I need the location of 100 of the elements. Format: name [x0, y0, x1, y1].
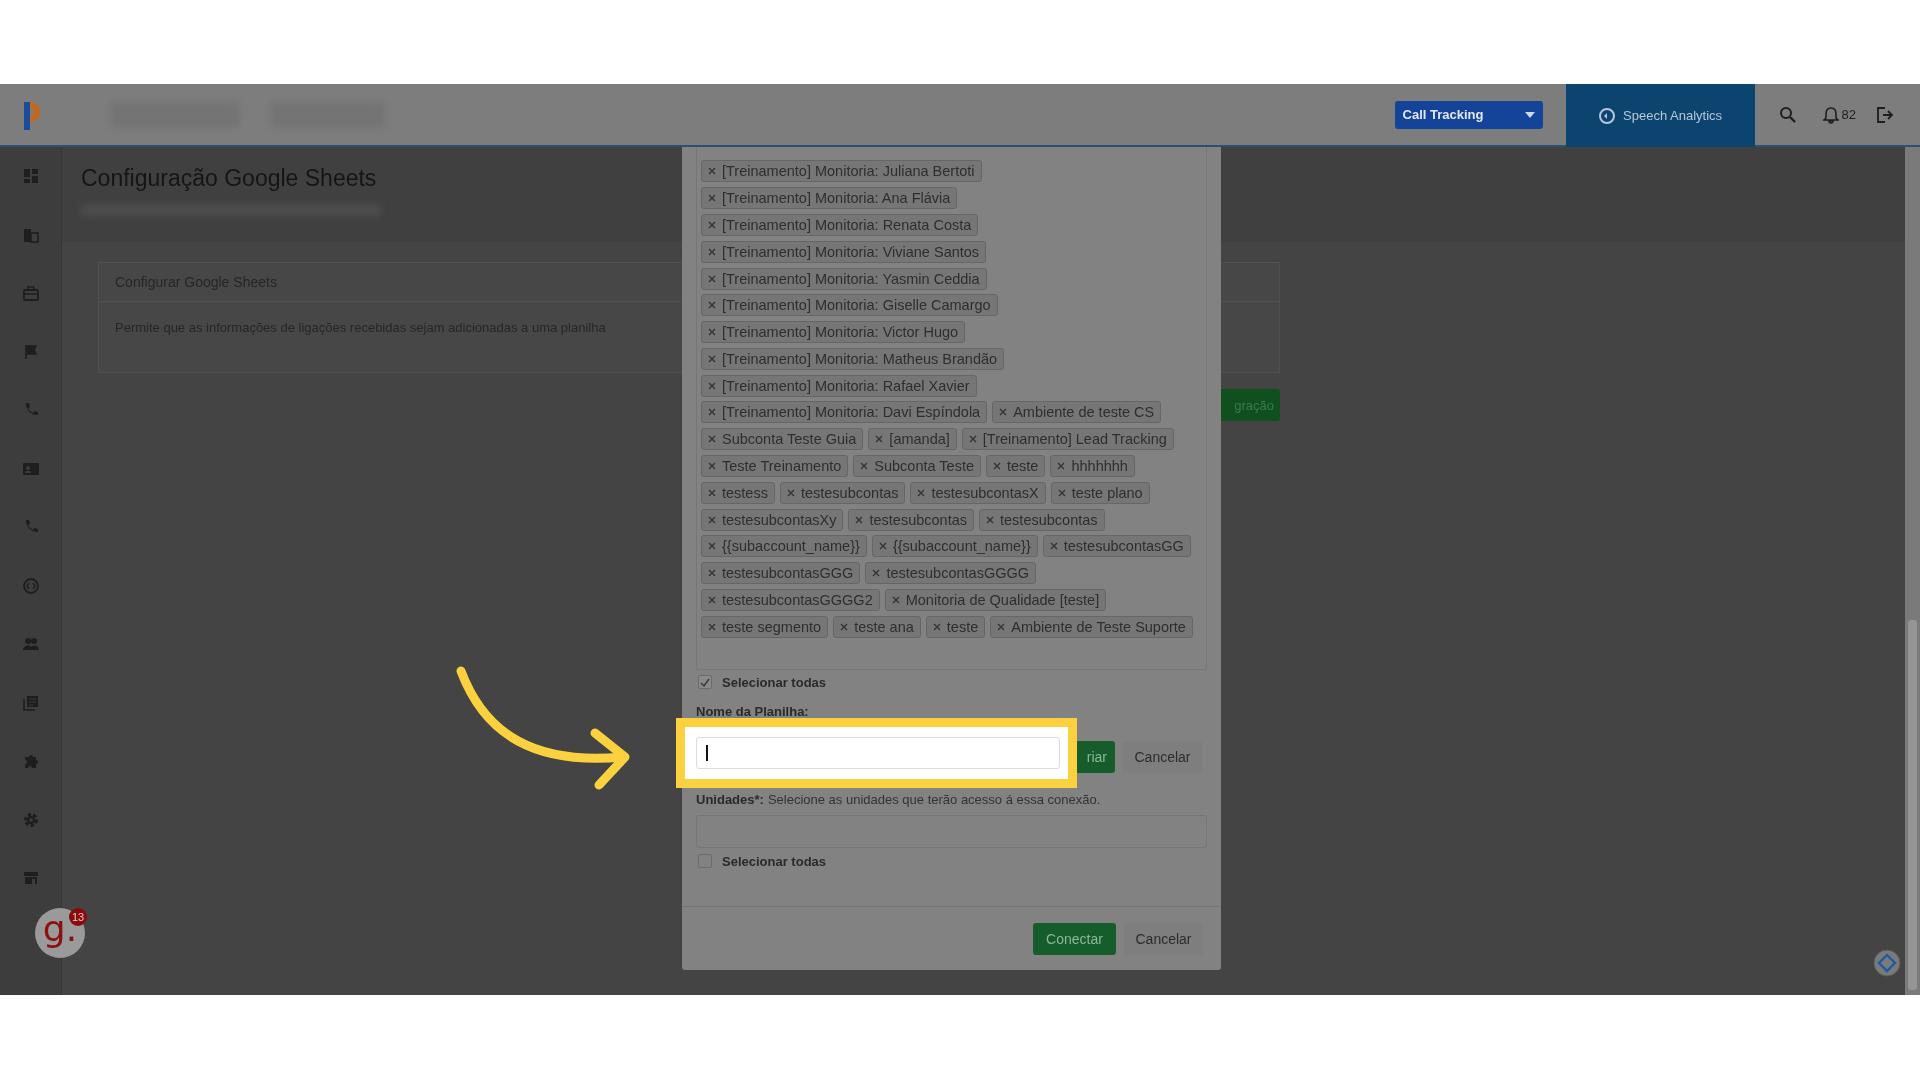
code-circle-icon[interactable]: [21, 576, 40, 595]
tag-chip[interactable]: [Treinamento] Monitoria: Davi Espíndola: [701, 401, 988, 424]
tag-field[interactable]: [696, 147, 1207, 670]
remove-icon: [891, 595, 900, 604]
check-icon: [700, 677, 710, 687]
remove-icon: [708, 354, 716, 363]
remove-icon: [708, 595, 716, 604]
tag-chip[interactable]: Subconta Teste Guia: [701, 428, 864, 451]
remove-icon: [860, 462, 869, 470]
remove-icon: [708, 301, 716, 310]
tag-chip[interactable]: teste: [925, 615, 986, 638]
tag-chip[interactable]: teste ana: [833, 615, 921, 638]
sheet-name-field[interactable]: [696, 737, 1060, 769]
remove-icon: [1057, 462, 1066, 470]
remove-icon: [708, 435, 716, 444]
tag-chip[interactable]: Teste Treinamento: [701, 455, 849, 477]
remove-icon: [708, 194, 716, 203]
remove-icon: [708, 220, 716, 229]
tag-chip[interactable]: teste plano: [1050, 481, 1150, 504]
remove-icon: [878, 542, 887, 551]
remove-icon: [997, 622, 1006, 631]
remove-icon: [875, 435, 884, 444]
bell-icon[interactable]: [1822, 105, 1839, 124]
tag-chip[interactable]: hhhhhhh: [1050, 455, 1135, 477]
remove-icon: [872, 569, 881, 578]
field-hint: Selecione as unidades que terão acesso á essa conexão.: [767, 792, 1101, 807]
text-cursor: [706, 745, 708, 761]
cancel-button[interactable]: Cancelar: [1124, 923, 1203, 955]
scrollbar-thumb[interactable]: [1908, 620, 1917, 990]
remove-icon: [708, 381, 716, 390]
tag-chip[interactable]: [Treinamento] Monitoria: Juliana Bertoti: [701, 160, 982, 183]
tag-chip[interactable]: Subconta Teste: [853, 455, 981, 477]
checkbox-label: Selecionar todas: [722, 853, 827, 869]
tag-chip[interactable]: testesubcontas: [779, 481, 906, 504]
remove-icon: [708, 328, 716, 337]
tag-chip[interactable]: testesubcontasX: [910, 481, 1046, 504]
remove-icon: [708, 569, 716, 578]
product-dropdown[interactable]: Call Tracking: [1394, 100, 1543, 129]
tag-chip[interactable]: [amanda]: [868, 428, 957, 451]
remove-icon: [986, 515, 994, 524]
tag-chip[interactable]: [Treinamento] Monitoria: Matheus Brandão: [701, 347, 1005, 370]
remove-icon: [855, 515, 864, 524]
remove-icon: [1049, 542, 1058, 551]
remove-icon: [708, 408, 716, 417]
notification-count: 82: [1841, 107, 1856, 122]
speech-analytics-tab[interactable]: Speech Analytics: [1565, 84, 1755, 147]
tag-chip[interactable]: testesubcontasXy: [701, 508, 844, 531]
remove-icon: [840, 622, 849, 631]
tag-chip[interactable]: testesubcontas: [979, 508, 1105, 531]
tag-chip[interactable]: [Treinamento] Monitoria: Rafael Xavier: [701, 374, 977, 397]
notification-badge: 13: [69, 908, 87, 926]
tag-chip[interactable]: Monitoria de Qualidade [teste]: [884, 588, 1107, 611]
remove-icon: [917, 488, 926, 497]
tag-chip[interactable]: Ambiente de teste CS: [992, 401, 1162, 424]
connect-button[interactable]: Conectar: [1033, 923, 1116, 955]
tag-chip[interactable]: testesubcontasGGG: [701, 562, 861, 585]
tag-chip[interactable]: Ambiente de Teste Suporte: [990, 615, 1193, 638]
caret-icon: [1524, 111, 1535, 118]
checkbox[interactable]: [698, 675, 712, 689]
remove-icon: [708, 488, 716, 497]
cancel-button[interactable]: Cancelar: [1123, 741, 1202, 773]
scrollbar[interactable]: [1905, 147, 1920, 995]
tag-chip[interactable]: testesubcontasGGGG2: [701, 588, 880, 611]
people-icon[interactable]: [21, 635, 40, 653]
tag-chip[interactable]: {{subaccount_name}}: [871, 535, 1038, 558]
tag-chip[interactable]: [Treinamento] Monitoria: Ana Flávia: [701, 187, 958, 210]
tag-chip[interactable]: teste segmento: [701, 615, 829, 638]
remove-icon: [999, 408, 1008, 417]
tag-chip[interactable]: [Treinamento] Monitoria: Renata Costa: [701, 213, 979, 236]
checkbox-label: Selecionar todas: [722, 674, 827, 690]
tag-chip[interactable]: testesubcontasGG: [1042, 535, 1191, 558]
remove-icon: [968, 435, 977, 444]
remove-icon: [1057, 488, 1066, 497]
tag-chip[interactable]: [Treinamento] Lead Tracking: [961, 428, 1174, 451]
tag-chip[interactable]: testesubcontas: [848, 508, 974, 531]
remove-icon: [786, 488, 795, 497]
tag-chip[interactable]: [Treinamento] Monitoria: Yasmin Ceddia: [701, 267, 987, 290]
tag-chip[interactable]: [Treinamento] Monitoria: Giselle Camargo: [701, 294, 998, 317]
tag-chip[interactable]: [Treinamento] Monitoria: Victor Hugo: [701, 321, 966, 344]
tag-chip[interactable]: {{subaccount_name}}: [701, 535, 867, 558]
tag-chip[interactable]: testesubcontasGGGG: [865, 562, 1037, 585]
remove-icon: [708, 274, 716, 283]
settings-icon[interactable]: [21, 810, 40, 829]
remove-icon: [708, 515, 716, 524]
remove-icon: [708, 462, 716, 470]
dashboard-icon[interactable]: [21, 167, 40, 185]
help-widget-icon[interactable]: [1872, 948, 1902, 978]
field-label: Unidades*:: [696, 792, 764, 807]
library-icon[interactable]: [21, 693, 40, 712]
remove-icon: [993, 462, 1001, 470]
tag-chip[interactable]: [Treinamento] Monitoria: Viviane Santos: [701, 240, 987, 263]
tag-chip[interactable]: testess: [701, 481, 775, 504]
remove-icon: [932, 622, 941, 631]
store-icon[interactable]: [21, 869, 40, 887]
tag-chip[interactable]: teste: [986, 455, 1046, 477]
remove-icon: [708, 167, 716, 176]
logout-icon[interactable]: [1876, 105, 1894, 124]
remove-icon: [708, 247, 716, 256]
briefcase-icon[interactable]: [21, 284, 40, 302]
search-icon[interactable]: [1778, 105, 1797, 124]
